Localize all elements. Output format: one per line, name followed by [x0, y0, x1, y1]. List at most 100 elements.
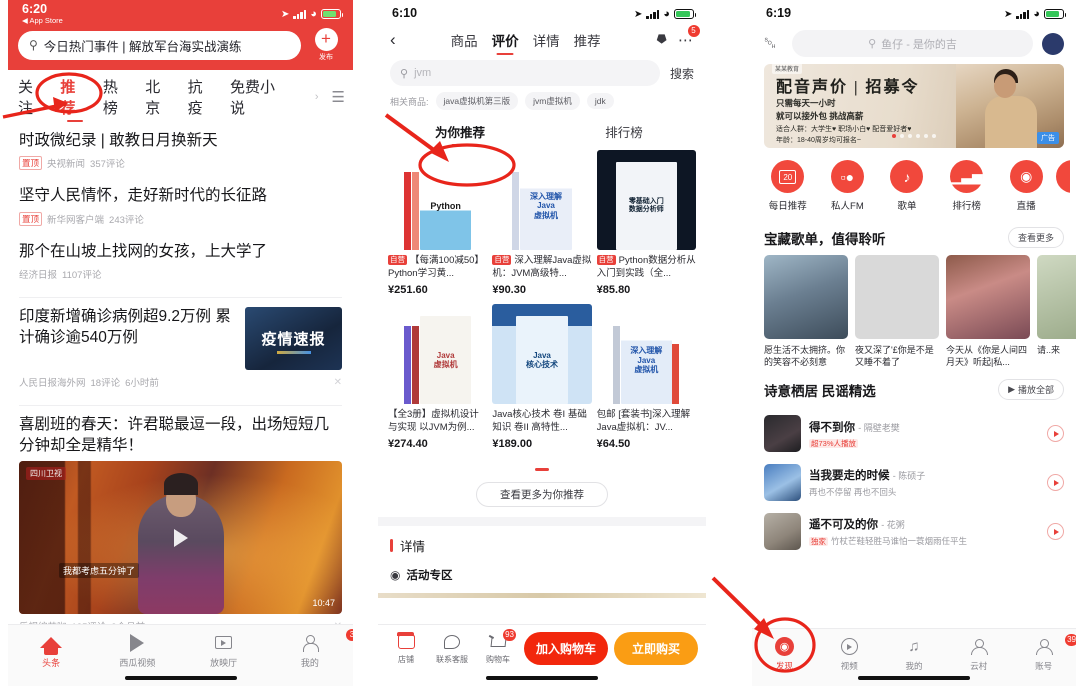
tab-tuijian[interactable]: 推荐	[60, 76, 89, 118]
search-input[interactable]: ⚲ jvm	[390, 60, 660, 86]
toutiao-header: 6:20 ◀ App Store ➤ ◕ ⚲ 今日热门事件 | 解放军台海实战演…	[8, 0, 353, 70]
tab-account[interactable]: 39 账号	[1011, 634, 1076, 672]
quick-action-ranking[interactable]: ▁▃▅ 排行榜	[937, 160, 997, 212]
play-circle-icon[interactable]	[1047, 474, 1064, 492]
search-input[interactable]: ⚲ 鱼仔 - 是你的吉	[792, 30, 1033, 57]
tab-xigua-video[interactable]: 西瓜视频	[94, 632, 180, 669]
status-return-app[interactable]: ◀ App Store	[22, 17, 63, 25]
play-all-button[interactable]: ▶ 播放全部	[998, 379, 1064, 401]
back-chevron-icon[interactable]: ‹	[390, 30, 396, 50]
news-meta: 人民日报海外网 18评论 6小时前 ✕	[19, 375, 342, 390]
song-list: 得不到你 - 隔壁老樊 超73%人播放 当我要走的时候 - 陈硕子 再也不停留 …	[752, 407, 1076, 556]
banner-carousel-indicator	[890, 125, 938, 143]
news-text: 印度新增确诊病例超9.2万例 累计确诊逾540万例	[19, 307, 236, 348]
tab-label: 放映厅	[210, 658, 238, 668]
tab-community[interactable]: 云村	[946, 636, 1011, 672]
add-to-cart-button[interactable]: 加入购物车	[524, 632, 608, 665]
search-button[interactable]: 搜索	[670, 65, 694, 82]
sidebar-item-guanzhu[interactable]: 关注	[18, 76, 47, 118]
tab-video[interactable]: 视频	[817, 636, 882, 672]
tab-mine[interactable]: ♫ 我的	[882, 636, 947, 672]
keyword-chip[interactable]: jvm虚拟机	[525, 92, 580, 110]
playlist-carousel: 愿生活不太拥挤。你的笑容不必刻意 夜又深了'£你是不是又睡不着了 今天从《你是人…	[752, 255, 1076, 368]
tab-fangyingting[interactable]: 放映厅	[181, 632, 267, 669]
tab-for-you[interactable]: 为你推荐	[378, 122, 542, 146]
tab-discover[interactable]: ◉ 发现	[752, 636, 817, 672]
list-item[interactable]: 坚守人民情怀，走好新时代的长征路 置顶 新华网客户端 243评论	[19, 177, 342, 232]
publish-button[interactable]: + 发布	[309, 28, 343, 62]
search-input[interactable]: ⚲ 今日热门事件 | 解放军台海实战演练	[18, 30, 301, 60]
list-item[interactable]: 当我要走的时候 - 陈硕子 再也不停留 再也不回头	[764, 458, 1076, 507]
list-item[interactable]: 喜剧班的春天：许君聪最逗一段，出场短短几分钟却全是精华！ 四川卫视 我都考虑五分…	[19, 406, 342, 640]
search-value: 今日热门事件 | 解放军台海实战演练	[43, 39, 242, 54]
status-bar: 6:20 ◀ App Store ➤ ◕	[8, 0, 353, 26]
hamburger-menu-icon[interactable]: ☰	[332, 88, 345, 106]
list-item[interactable]: 那个在山坡上找网的女孩，上大学了 经济日报 1107评论	[19, 233, 342, 288]
tab-beijing[interactable]: 北京	[145, 76, 174, 118]
list-item[interactable]: 夜又深了'£你是不是又睡不着了	[855, 255, 939, 368]
keyword-chip[interactable]: java虚拟机第三版	[435, 92, 519, 110]
tab-toutiao[interactable]: 头条	[8, 632, 94, 669]
play-icon[interactable]	[173, 528, 188, 547]
quick-action-live[interactable]: ◉ 直播	[996, 160, 1056, 212]
tab-shangpin[interactable]: 商品	[451, 30, 478, 50]
buy-now-button[interactable]: 立即购买	[614, 632, 698, 665]
see-more-button[interactable]: 查看更多	[1007, 227, 1064, 248]
quick-action-private-fm[interactable]: ▫● 私人FM	[818, 160, 878, 212]
quick-action-playlist[interactable]: ♪ 歌单	[877, 160, 937, 212]
tab-pingjia[interactable]: 评价	[492, 30, 519, 50]
product-card[interactable]: 零基础入门 数据分析师 自营 Python数据分析从入门到实践（全... ¥85.8…	[596, 150, 696, 296]
see-more-button[interactable]: 查看更多为你推荐	[476, 482, 608, 508]
product-card[interactable]: Java 虚拟机 【全3册】虚拟机设计与实现 以JVM为例... ¥274.40	[388, 304, 488, 450]
shop-button[interactable]: 店铺	[386, 632, 426, 665]
quick-action-label: 直播	[1016, 201, 1036, 212]
keyword-chip[interactable]: jdk	[586, 93, 614, 109]
song-cover	[764, 415, 801, 453]
quick-action-more[interactable]	[1055, 160, 1070, 212]
list-item[interactable]: 请..来	[1037, 255, 1076, 368]
customer-service-button[interactable]: 联系客服	[432, 633, 472, 665]
song-info: 遥不可及的你 - 花粥 独家 竹杖芒鞋轻胜马谁怕一蓑烟雨任平生	[809, 516, 1039, 547]
song-title: 得不到你 - 隔壁老樊	[809, 421, 900, 434]
play-circle-icon[interactable]	[1047, 425, 1064, 443]
banner-person-head	[994, 74, 1016, 98]
list-item[interactable]: 今天从《你是人间四月天》听起|私...	[946, 255, 1030, 368]
cart-button[interactable]: 93 购物车	[478, 628, 518, 665]
play-circle-icon[interactable]	[1047, 523, 1064, 541]
more-dots-icon[interactable]: ⋯ 5	[678, 25, 700, 49]
playlist-section-header: 宝藏歌单，值得聆听 查看更多	[752, 216, 1076, 255]
quick-action-label: 私人FM	[831, 201, 864, 212]
voice-search-icon[interactable]: ␁	[764, 34, 783, 53]
quick-action-daily-recommend[interactable]: 20 每日推荐	[758, 160, 818, 212]
tab-kangyi[interactable]: 抗疫	[188, 76, 217, 118]
list-item[interactable]: 得不到你 - 隔壁老樊 超73%人播放	[764, 409, 1076, 458]
list-item[interactable]: 遥不可及的你 - 花粥 独家 竹杖芒鞋轻胜马谁怕一蓑烟雨任平生	[764, 507, 1076, 556]
search-icon: ⚲	[868, 38, 877, 50]
product-card[interactable]: Java 核心技术 Java核心技术 卷I 基础知识 卷II 高特性... ¥18…	[492, 304, 592, 450]
list-item[interactable]: 愿生活不太拥挤。你的笑容不必刻意	[764, 255, 848, 368]
video-thumbnail[interactable]: 四川卫视 我都考虑五分钟了 10:47	[19, 461, 342, 615]
tab-mianfeixiaoshuo[interactable]: 免费小说	[230, 76, 289, 118]
promo-banner[interactable]: 某某教育 配音声价 | 招募令 只需每天一小时 就可以接外包 挑战高薪 适合人群…	[764, 64, 1064, 148]
product-card[interactable]: 深入理解 Java 虚拟机 包邮 [套装书]深入理解Java虚拟机：JV... ¥6…	[596, 304, 696, 450]
product-name: 自营 Python数据分析从入门到实践（全...	[596, 255, 696, 280]
more-badge: 5	[688, 25, 700, 37]
chevron-right-icon[interactable]: ›	[315, 91, 319, 103]
avatar[interactable]	[1042, 32, 1064, 55]
close-icon[interactable]: ✕	[334, 377, 342, 388]
list-item[interactable]: 时政微纪录 | 敢教日月换新天 置顶 央视新闻 357评论	[19, 122, 342, 177]
tab-mine[interactable]: 3 我的	[267, 629, 353, 669]
screenshot-stage: 6:20 ◀ App Store ➤ ◕ ⚲ 今日热门事件 | 解放军台海实战演…	[0, 0, 1080, 686]
tab-ranking[interactable]: 排行榜	[542, 122, 706, 146]
plus-icon: +	[314, 28, 338, 51]
tab-tuijian[interactable]: 推荐	[574, 30, 601, 50]
calendar-icon: 20	[771, 160, 805, 193]
product-card[interactable]: Python 自营 【每满100减50】Python学习黄... ¥251.60	[388, 150, 488, 296]
share-icon[interactable]: ⯂	[656, 32, 666, 48]
tab-rebang[interactable]: 热榜	[103, 76, 132, 118]
tab-xiangqing[interactable]: 详情	[533, 30, 560, 50]
product-card[interactable]: 深入理解 Java 虚拟机 自营 深入理解Java虚拟机：JVM高级特... ¥90.…	[492, 150, 592, 296]
list-item[interactable]: 印度新增确诊病例超9.2万例 累计确诊逾540万例 疫情速报 人民日报海外网 1…	[19, 298, 342, 396]
phone-screenshot-toutiao: 6:20 ◀ App Store ➤ ◕ ⚲ 今日热门事件 | 解放军台海实战演…	[8, 0, 353, 686]
product-image: 零基础入门 数据分析师	[596, 150, 696, 250]
